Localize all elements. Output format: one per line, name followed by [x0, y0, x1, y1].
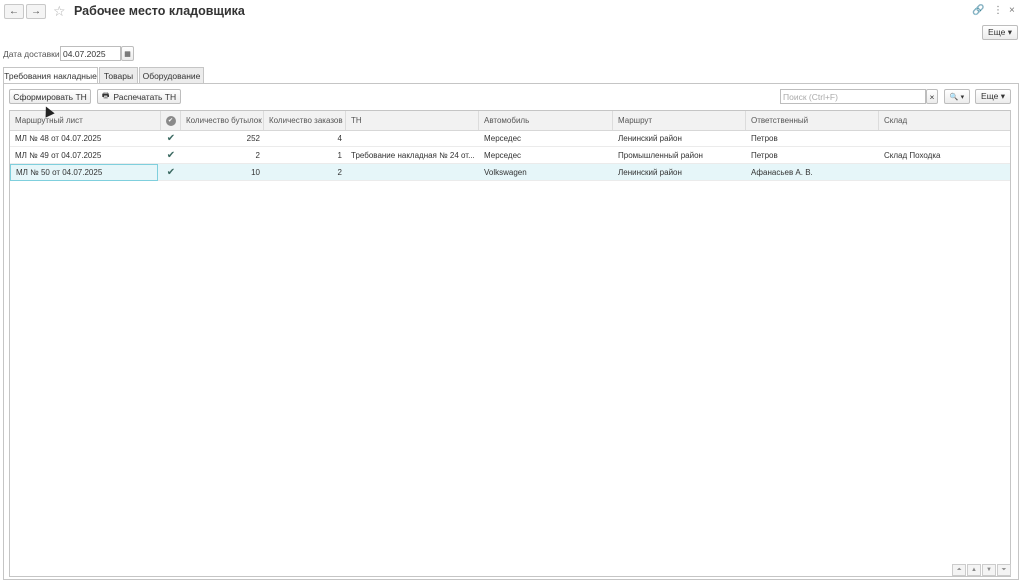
- back-button[interactable]: ←: [4, 4, 24, 19]
- cell-responsible: Петров: [751, 134, 778, 143]
- cell-warehouse: [879, 130, 1010, 147]
- forward-arrow-icon: →: [31, 6, 41, 17]
- cell-responsible: Петров: [751, 151, 778, 160]
- link-icon[interactable]: 🔗: [972, 5, 984, 16]
- cell-warehouse: Склад Походка: [884, 151, 941, 160]
- forward-button[interactable]: →: [26, 4, 46, 19]
- checkmark-icon: ✔: [166, 133, 176, 144]
- cell-warehouse: [879, 164, 1010, 181]
- tab-equipment[interactable]: Оборудование: [139, 67, 204, 83]
- check-circle-icon: ✔: [165, 115, 176, 126]
- table-row[interactable]: МЛ № 49 от 04.07.2025 ✔ 2 1 Требование н…: [10, 147, 1010, 164]
- scroll-up-button[interactable]: ▲: [967, 564, 981, 576]
- printer-icon: 🖶: [101, 90, 110, 100]
- cell-orders: 1: [337, 151, 342, 160]
- search-clear-button[interactable]: ×: [926, 89, 938, 104]
- scroll-down-icon: ▼: [986, 567, 992, 573]
- scroll-bottom-button[interactable]: ⏷: [997, 564, 1011, 576]
- cell-orders: 4: [337, 134, 342, 143]
- print-tn-button[interactable]: 🖶 Распечатать ТН: [97, 89, 181, 104]
- table-row-selected[interactable]: МЛ № 50 от 04.07.2025 ✔ 10 2 Volkswagen …: [10, 164, 1010, 181]
- cell-route-list: МЛ № 49 от 04.07.2025: [15, 151, 102, 160]
- cell-responsible: Афанасьев А. В.: [751, 168, 813, 177]
- scroll-bottom-icon: ⏷: [1001, 566, 1007, 573]
- delivery-date-input[interactable]: 04.07.2025: [60, 46, 121, 61]
- cell-car: Volkswagen: [484, 168, 527, 177]
- form-tn-button[interactable]: Сформировать ТН: [9, 89, 91, 104]
- scroll-down-button[interactable]: ▼: [982, 564, 996, 576]
- menu-dots-icon[interactable]: ⋮: [993, 5, 1003, 16]
- col-check[interactable]: ✔: [161, 111, 181, 130]
- cell-bottles: 252: [246, 134, 260, 143]
- search-icon: 🔍 ▾: [949, 93, 965, 101]
- col-bottles[interactable]: Количество бутылок: [181, 111, 264, 130]
- col-tn[interactable]: ТН: [346, 111, 479, 130]
- cell-route: Ленинский район: [618, 134, 682, 143]
- cell-tn: [346, 130, 479, 147]
- cell-tn: Требование накладная № 24 от...: [351, 151, 475, 160]
- favorite-star-icon[interactable]: ☆: [53, 3, 66, 20]
- table-header: Маршрутный лист ✔ Количество бутылок Кол…: [10, 111, 1010, 131]
- cell-route-list: МЛ № 48 от 04.07.2025: [15, 134, 102, 143]
- tab-goods[interactable]: Товары: [99, 67, 138, 83]
- back-arrow-icon: ←: [9, 6, 19, 17]
- table-row[interactable]: МЛ № 48 от 04.07.2025 ✔ 252 4 Мерседес Л…: [10, 130, 1010, 147]
- print-tn-label: Распечатать ТН: [113, 91, 177, 102]
- search-options-button[interactable]: 🔍 ▾: [944, 89, 970, 104]
- scroll-top-button[interactable]: ⏶: [952, 564, 966, 576]
- cell-car: Мерседес: [484, 134, 522, 143]
- cell-route: Ленинский район: [618, 168, 682, 177]
- col-route[interactable]: Маршрут: [613, 111, 746, 130]
- tab-requirements[interactable]: Требования накладные: [3, 67, 98, 84]
- cell-bottles: 10: [251, 168, 260, 177]
- col-car[interactable]: Автомобиль: [479, 111, 613, 130]
- checkmark-icon: ✔: [166, 167, 176, 178]
- calendar-button[interactable]: ▦: [121, 46, 134, 61]
- cell-route-list: МЛ № 50 от 04.07.2025: [10, 164, 158, 181]
- checkmark-icon: ✔: [166, 150, 176, 161]
- page-title: Рабочее место кладовщика: [74, 4, 245, 18]
- clear-icon: ×: [929, 91, 935, 102]
- calendar-icon: ▦: [124, 50, 131, 58]
- search-input[interactable]: Поиск (Ctrl+F): [780, 89, 926, 104]
- header-more-button[interactable]: Еще ▾: [982, 25, 1018, 40]
- col-orders[interactable]: Количество заказов: [264, 111, 346, 130]
- scroll-up-icon: ▲: [971, 567, 977, 573]
- table-more-button[interactable]: Еще ▾: [975, 89, 1011, 104]
- col-warehouse[interactable]: Склад: [879, 111, 1010, 130]
- cell-car: Мерседес: [484, 151, 522, 160]
- cell-route: Промышленный район: [618, 151, 703, 160]
- col-route-list[interactable]: Маршрутный лист: [10, 111, 161, 130]
- cell-bottles: 2: [255, 151, 260, 160]
- close-icon[interactable]: ×: [1009, 5, 1015, 16]
- cell-orders: 2: [337, 168, 342, 177]
- cell-tn: [346, 164, 479, 181]
- delivery-date-label: Дата доставки:: [3, 49, 62, 59]
- scroll-top-icon: ⏶: [956, 566, 962, 573]
- col-responsible[interactable]: Ответственный: [746, 111, 879, 130]
- route-lists-table: Маршрутный лист ✔ Количество бутылок Кол…: [9, 110, 1011, 577]
